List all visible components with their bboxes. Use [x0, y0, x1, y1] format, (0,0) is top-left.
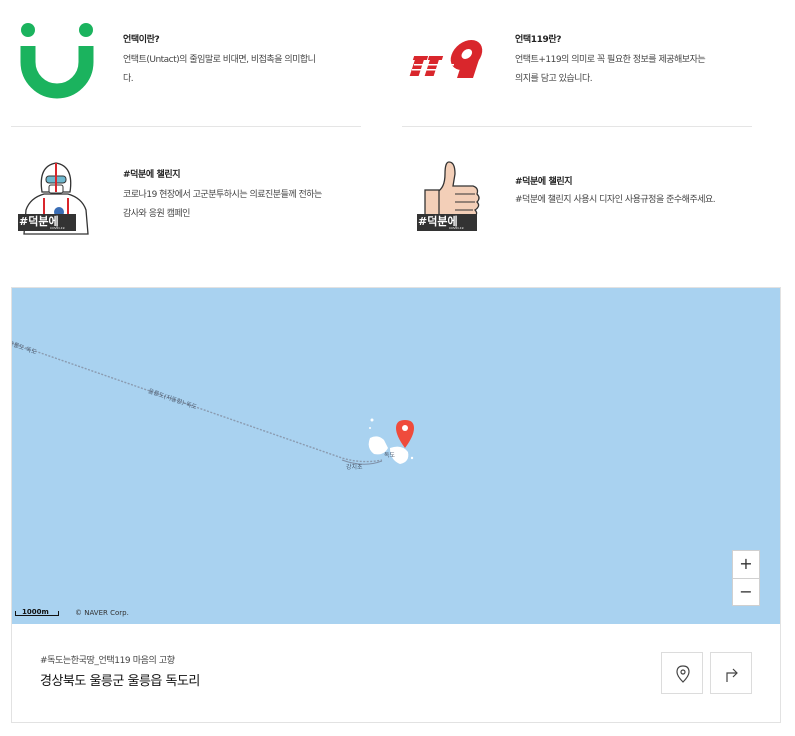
card-desc: 언택트(Untact)의 줄임말로 비대면, 비접촉을 의미합니다. — [123, 55, 316, 84]
map-widget: 울릉도-독도 울릉도(저동항)-독도 독도 강치초 + − 1000m © NA… — [11, 287, 781, 723]
place-label: 독도 — [384, 452, 396, 459]
map-view[interactable]: 울릉도-독도 울릉도(저동항)-독도 독도 강치초 + − 1000m © NA… — [12, 288, 780, 624]
address-subtitle: #독도는한국땅_언택119 마음의 고향 — [40, 656, 175, 666]
directions-button[interactable] — [710, 652, 752, 694]
card-title: #덕분에 챌린지 — [123, 170, 181, 180]
map-copyright: © NAVER Corp. — [75, 609, 129, 617]
location-marker-icon — [396, 420, 414, 448]
card-desc: 언택트+119의 의미로 꼭 필요한 정보를 제공해보자는 의지를 담고 있습니… — [515, 55, 706, 84]
place-label: 강치초 — [346, 464, 363, 471]
location-button[interactable] — [661, 652, 703, 694]
address-title: 경상북도 울릉군 울릉읍 독도리 — [40, 674, 200, 689]
zoom-control: + − — [732, 550, 760, 606]
card-title: 언택119란? — [515, 35, 562, 45]
divider — [402, 126, 752, 127]
card-title: #덕분에 챌린지 — [515, 177, 573, 187]
thumbs-up-illustration: #덕분에 COVID-19 — [415, 158, 485, 240]
card-desc: #덕분에 챌린지 사용시 디자인 사용규정을 준수해주세요. — [515, 195, 716, 205]
badge-sub: COVID-19 — [50, 226, 65, 230]
badge-sub: COVID-19 — [449, 226, 464, 230]
divider — [11, 126, 361, 127]
zoom-in-button[interactable]: + — [733, 551, 759, 578]
medical-staff-illustration: #덕분에 COVID-19 — [16, 158, 96, 240]
zoom-out-button[interactable]: − — [733, 578, 759, 605]
location-pin-icon — [676, 665, 690, 683]
map-scale-bar — [15, 611, 59, 616]
untact-u-logo — [20, 22, 94, 104]
card-title: 언택이란? — [123, 35, 160, 45]
card-desc: 코로나19 현장에서 고군분투하시는 의료진분들께 전하는 감사와 응원 캠페인 — [123, 190, 322, 219]
directions-icon — [726, 668, 738, 682]
119-logo — [408, 38, 492, 84]
